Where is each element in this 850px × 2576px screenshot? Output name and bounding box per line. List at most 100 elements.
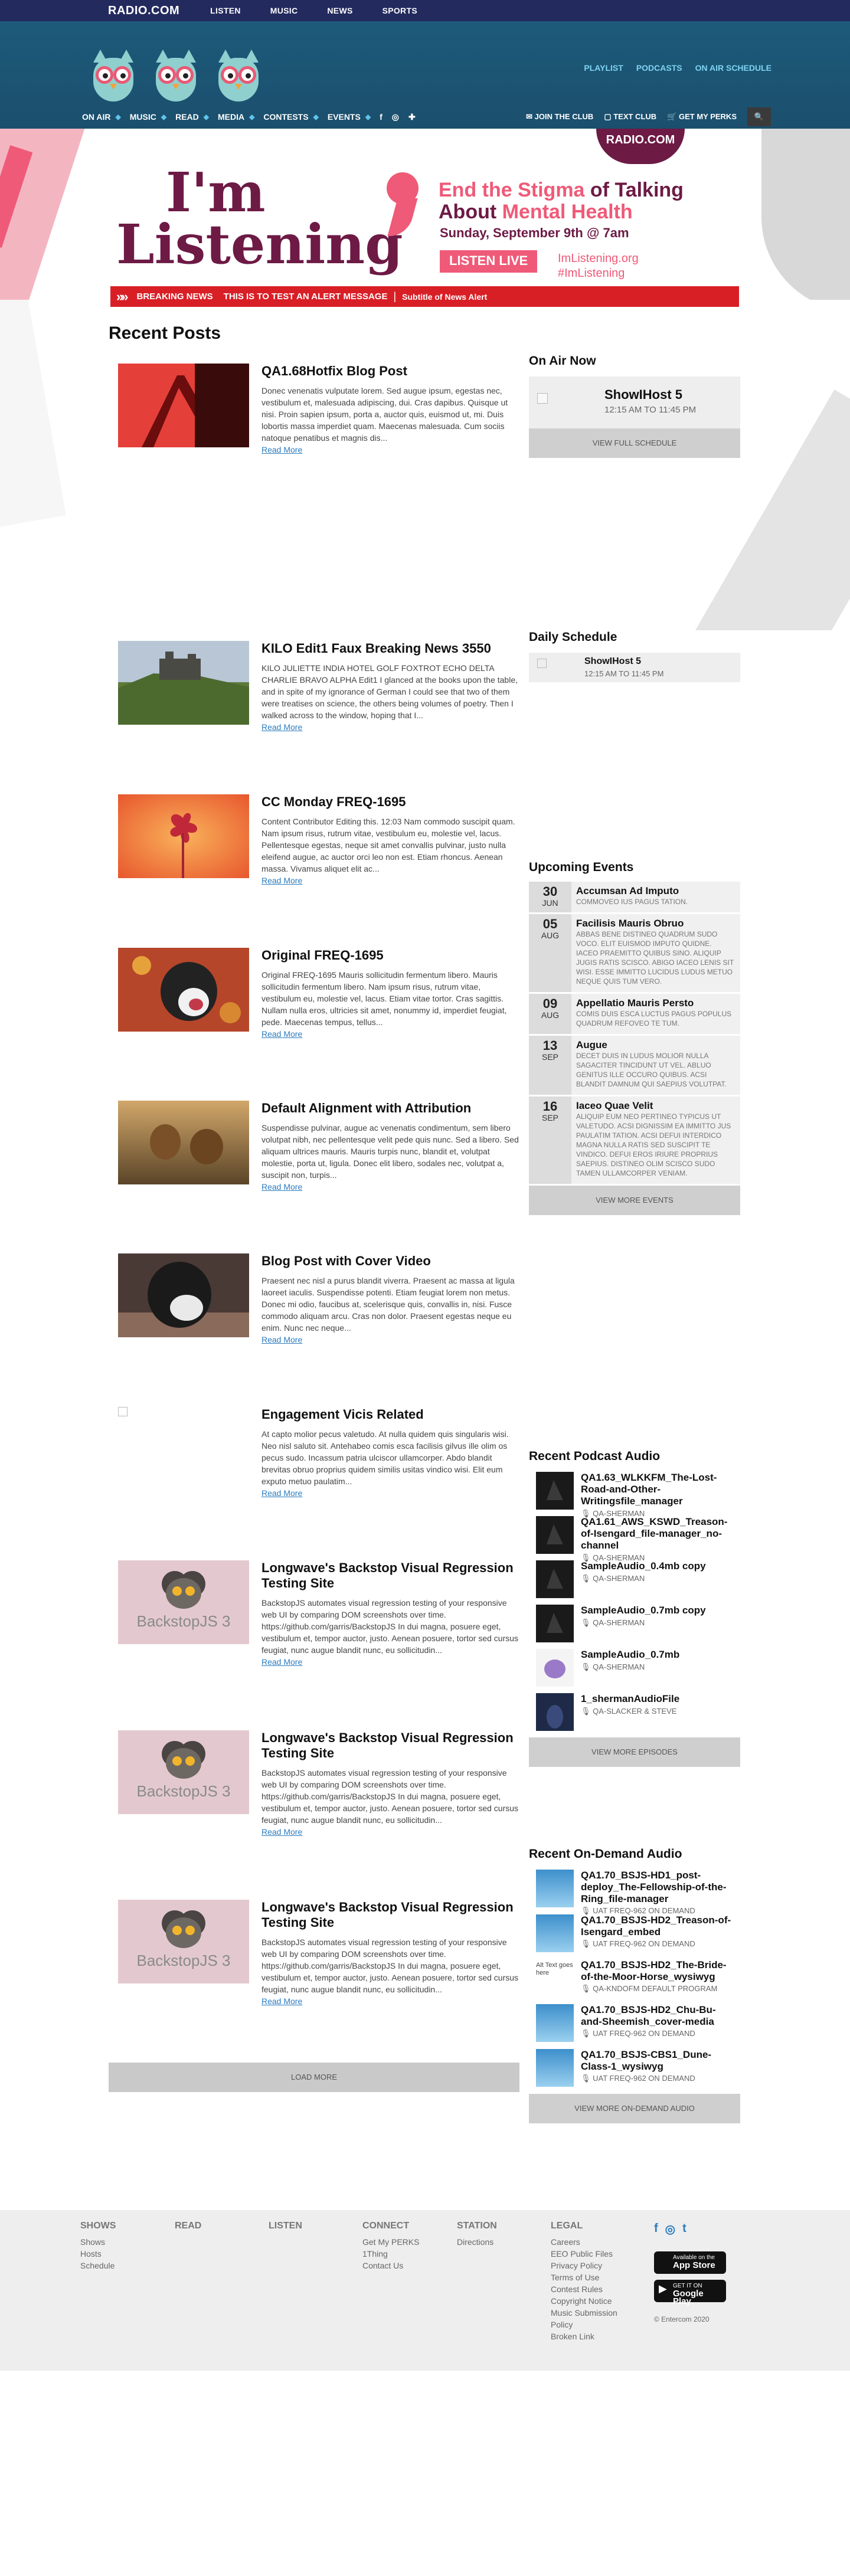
on-air-card[interactable]: ShowIHost 5 12:15 AM TO 11:45 PM (529, 377, 740, 428)
event-item[interactable]: 09 AUG Appellatio Mauris Persto COMIS DUIS… (529, 994, 740, 1036)
read-more-link[interactable]: Read More (261, 722, 302, 732)
post-thumbnail[interactable]: BackstopJS 3 (118, 1900, 249, 1983)
podcast-item[interactable]: QA1.63_WLKKFM_The-Lost-Road-and-Other-Wr… (529, 1472, 740, 1518)
view-more-episodes-button[interactable]: VIEW MORE EPISODES (529, 1737, 740, 1767)
more-icon[interactable]: ✚ (408, 112, 416, 122)
get-perks-link[interactable]: 🛒 GET MY PERKS (667, 112, 737, 122)
top-nav-music[interactable]: MUSIC (270, 6, 298, 15)
podcast-item[interactable]: SampleAudio_0.7mb copy 🎙 QA-SHERMAN (529, 1605, 740, 1642)
station-logo[interactable] (85, 47, 267, 104)
read-more-link[interactable]: Read More (261, 1182, 302, 1192)
view-more-ondemand-button[interactable]: VIEW MORE ON-DEMAND AUDIO (529, 2094, 740, 2123)
read-more-link[interactable]: Read More (261, 1996, 302, 2006)
nav-read[interactable]: READ ◆ (175, 112, 209, 122)
read-more-link[interactable]: Read More (261, 445, 302, 454)
ondemand-item[interactable]: QA1.70_BSJS-HD2_Chu-Bu-and-Sheemish_cove… (529, 2004, 740, 2042)
nav-music[interactable]: MUSIC ◆ (130, 112, 166, 122)
nav-contests[interactable]: CONTESTS ◆ (263, 112, 318, 122)
ondemand-item[interactable]: QA1.70_BSJS-HD1_post-deploy_The-Fellowsh… (529, 1870, 740, 1915)
post-title[interactable]: Blog Post with Cover Video (261, 1253, 519, 1269)
top-nav-news[interactable]: NEWS (327, 6, 352, 15)
footer-link[interactable]: Copyright Notice (551, 2295, 633, 2307)
post-thumbnail[interactable] (118, 794, 249, 878)
listen-live-button[interactable]: LISTEN LIVE (440, 250, 538, 273)
twitter-icon[interactable]: t (682, 2222, 686, 2237)
breaking-news-alert[interactable]: »» BREAKING NEWS THIS IS TO TEST AN ALER… (109, 284, 741, 309)
search-button[interactable]: 🔍 (747, 107, 771, 126)
read-more-link[interactable]: Read More (261, 1029, 302, 1039)
playlist-link[interactable]: PLAYLIST (584, 63, 623, 73)
load-more-button[interactable]: LOAD MORE (109, 2063, 519, 2092)
instagram-icon[interactable]: ◎ (665, 2222, 675, 2237)
post-title[interactable]: CC Monday FREQ-1695 (261, 794, 519, 810)
brand-logo[interactable]: RADIO.COM (108, 4, 179, 18)
ondemand-item[interactable]: Alt Text goes here QA1.70_BSJS-HD2_The-B… (529, 1959, 740, 1997)
footer-link[interactable]: EEO Public Files (551, 2248, 633, 2260)
nav-media[interactable]: MEDIA ◆ (218, 112, 254, 122)
event-item[interactable]: 30 JUN Accumsan Ad Imputo COMMOVEO IUS PAG… (529, 882, 740, 914)
google-play-badge[interactable]: ▶ GET IT ON Google Play (654, 2280, 726, 2306)
footer-link[interactable]: 1Thing (362, 2248, 419, 2260)
ondemand-item[interactable]: QA1.70_BSJS-HD2_Treason-of-Isengard_embe… (529, 1914, 740, 1952)
footer-link[interactable]: Terms of Use (551, 2271, 633, 2283)
app-store-badge[interactable]: Available on the App Store (654, 2251, 726, 2274)
podcast-item[interactable]: SampleAudio_0.4mb copy 🎙 QA-SHERMAN (529, 1560, 740, 1598)
event-item[interactable]: 05 AUG Facilisis Mauris Obruo ABBAS BENE D… (529, 914, 740, 994)
post-title[interactable]: Longwave's Backstop Visual Regression Te… (261, 1900, 519, 1930)
read-more-link[interactable]: Read More (261, 1827, 302, 1837)
post-thumbnail[interactable] (118, 1101, 249, 1184)
post-title[interactable]: Longwave's Backstop Visual Regression Te… (261, 1560, 519, 1591)
post-thumbnail[interactable] (118, 948, 249, 1032)
post-thumbnail[interactable]: BackstopJS 3 (118, 1730, 249, 1814)
footer-link[interactable]: Privacy Policy (551, 2260, 633, 2271)
post-title[interactable]: Longwave's Backstop Visual Regression Te… (261, 1730, 519, 1761)
on-air-schedule-link[interactable]: ON AIR SCHEDULE (695, 63, 771, 73)
join-club-link[interactable]: ✉ JOIN THE CLUB (526, 112, 593, 122)
instagram-icon[interactable]: ◎ (392, 112, 399, 122)
decor-shape (761, 129, 850, 300)
post-thumbnail[interactable] (118, 1407, 249, 1491)
post-thumbnail[interactable]: BackstopJS 3 (118, 1560, 249, 1644)
post-thumbnail[interactable] (118, 1253, 249, 1337)
footer-link[interactable]: Schedule (80, 2260, 116, 2271)
footer-link[interactable]: Hosts (80, 2248, 116, 2260)
podcast-item[interactable]: SampleAudio_0.7mb 🎙 QA-SHERMAN (529, 1649, 740, 1687)
post-title[interactable]: Original FREQ-1695 (261, 948, 519, 963)
footer-link[interactable]: Music Submission Policy (551, 2307, 633, 2330)
footer-link[interactable]: Contact Us (362, 2260, 419, 2271)
top-nav-sports[interactable]: SPORTS (382, 6, 417, 15)
event-item[interactable]: 16 SEP Iaceo Quae Velit ALIQUIP EUM NEO PE… (529, 1096, 740, 1186)
post-thumbnail[interactable] (118, 364, 249, 447)
podcast-item[interactable]: 1_shermanAudioFile 🎙 QA-SLACKER & STEVE (529, 1693, 740, 1731)
ondemand-item[interactable]: QA1.70_BSJS-CBS1_Dune-Class-1_wysiwyg 🎙 U… (529, 2049, 740, 2087)
read-more-link[interactable]: Read More (261, 1657, 302, 1667)
hero-banner[interactable]: RADIO.COM I'm Listening End the Stigma o… (0, 129, 850, 300)
comma-mark (387, 172, 419, 238)
post-thumbnail[interactable] (118, 641, 249, 725)
facebook-icon[interactable]: f (654, 2222, 658, 2237)
footer-link[interactable]: Directions (457, 2236, 497, 2248)
nav-on-air[interactable]: ON AIR ◆ (82, 112, 121, 122)
event-item[interactable]: 13 SEP Augue DECET DUIS IN LUDUS MOLIOR NU… (529, 1036, 740, 1096)
podcast-item[interactable]: QA1.61_AWS_KSWD_Treason-of-Isengard_file… (529, 1516, 740, 1562)
view-full-schedule-button[interactable]: VIEW FULL SCHEDULE (529, 428, 740, 458)
post-title[interactable]: Default Alignment with Attribution (261, 1101, 519, 1116)
footer-link[interactable]: Get My PERKS (362, 2236, 419, 2248)
footer-link[interactable]: Contest Rules (551, 2283, 633, 2295)
text-club-link[interactable]: ▢ TEXT CLUB (604, 112, 656, 122)
footer-link[interactable]: Careers (551, 2236, 633, 2248)
podcasts-link[interactable]: PODCASTS (636, 63, 682, 73)
top-nav-listen[interactable]: LISTEN (210, 6, 241, 15)
read-more-link[interactable]: Read More (261, 876, 302, 885)
schedule-item[interactable]: ShowIHost 5 12:15 AM TO 11:45 PM (529, 653, 740, 682)
nav-events[interactable]: EVENTS ◆ (328, 112, 371, 122)
read-more-link[interactable]: Read More (261, 1488, 302, 1498)
view-more-events-button[interactable]: VIEW MORE EVENTS (529, 1186, 740, 1215)
post-title[interactable]: QA1.68Hotfix Blog Post (261, 364, 519, 379)
read-more-link[interactable]: Read More (261, 1335, 302, 1344)
post-title[interactable]: Engagement Vicis Related (261, 1407, 519, 1422)
footer-link[interactable]: Broken Link (551, 2330, 633, 2342)
post-title[interactable]: KILO Edit1 Faux Breaking News 3550 (261, 641, 519, 656)
facebook-icon[interactable]: f (380, 112, 382, 122)
footer-link[interactable]: Shows (80, 2236, 116, 2248)
